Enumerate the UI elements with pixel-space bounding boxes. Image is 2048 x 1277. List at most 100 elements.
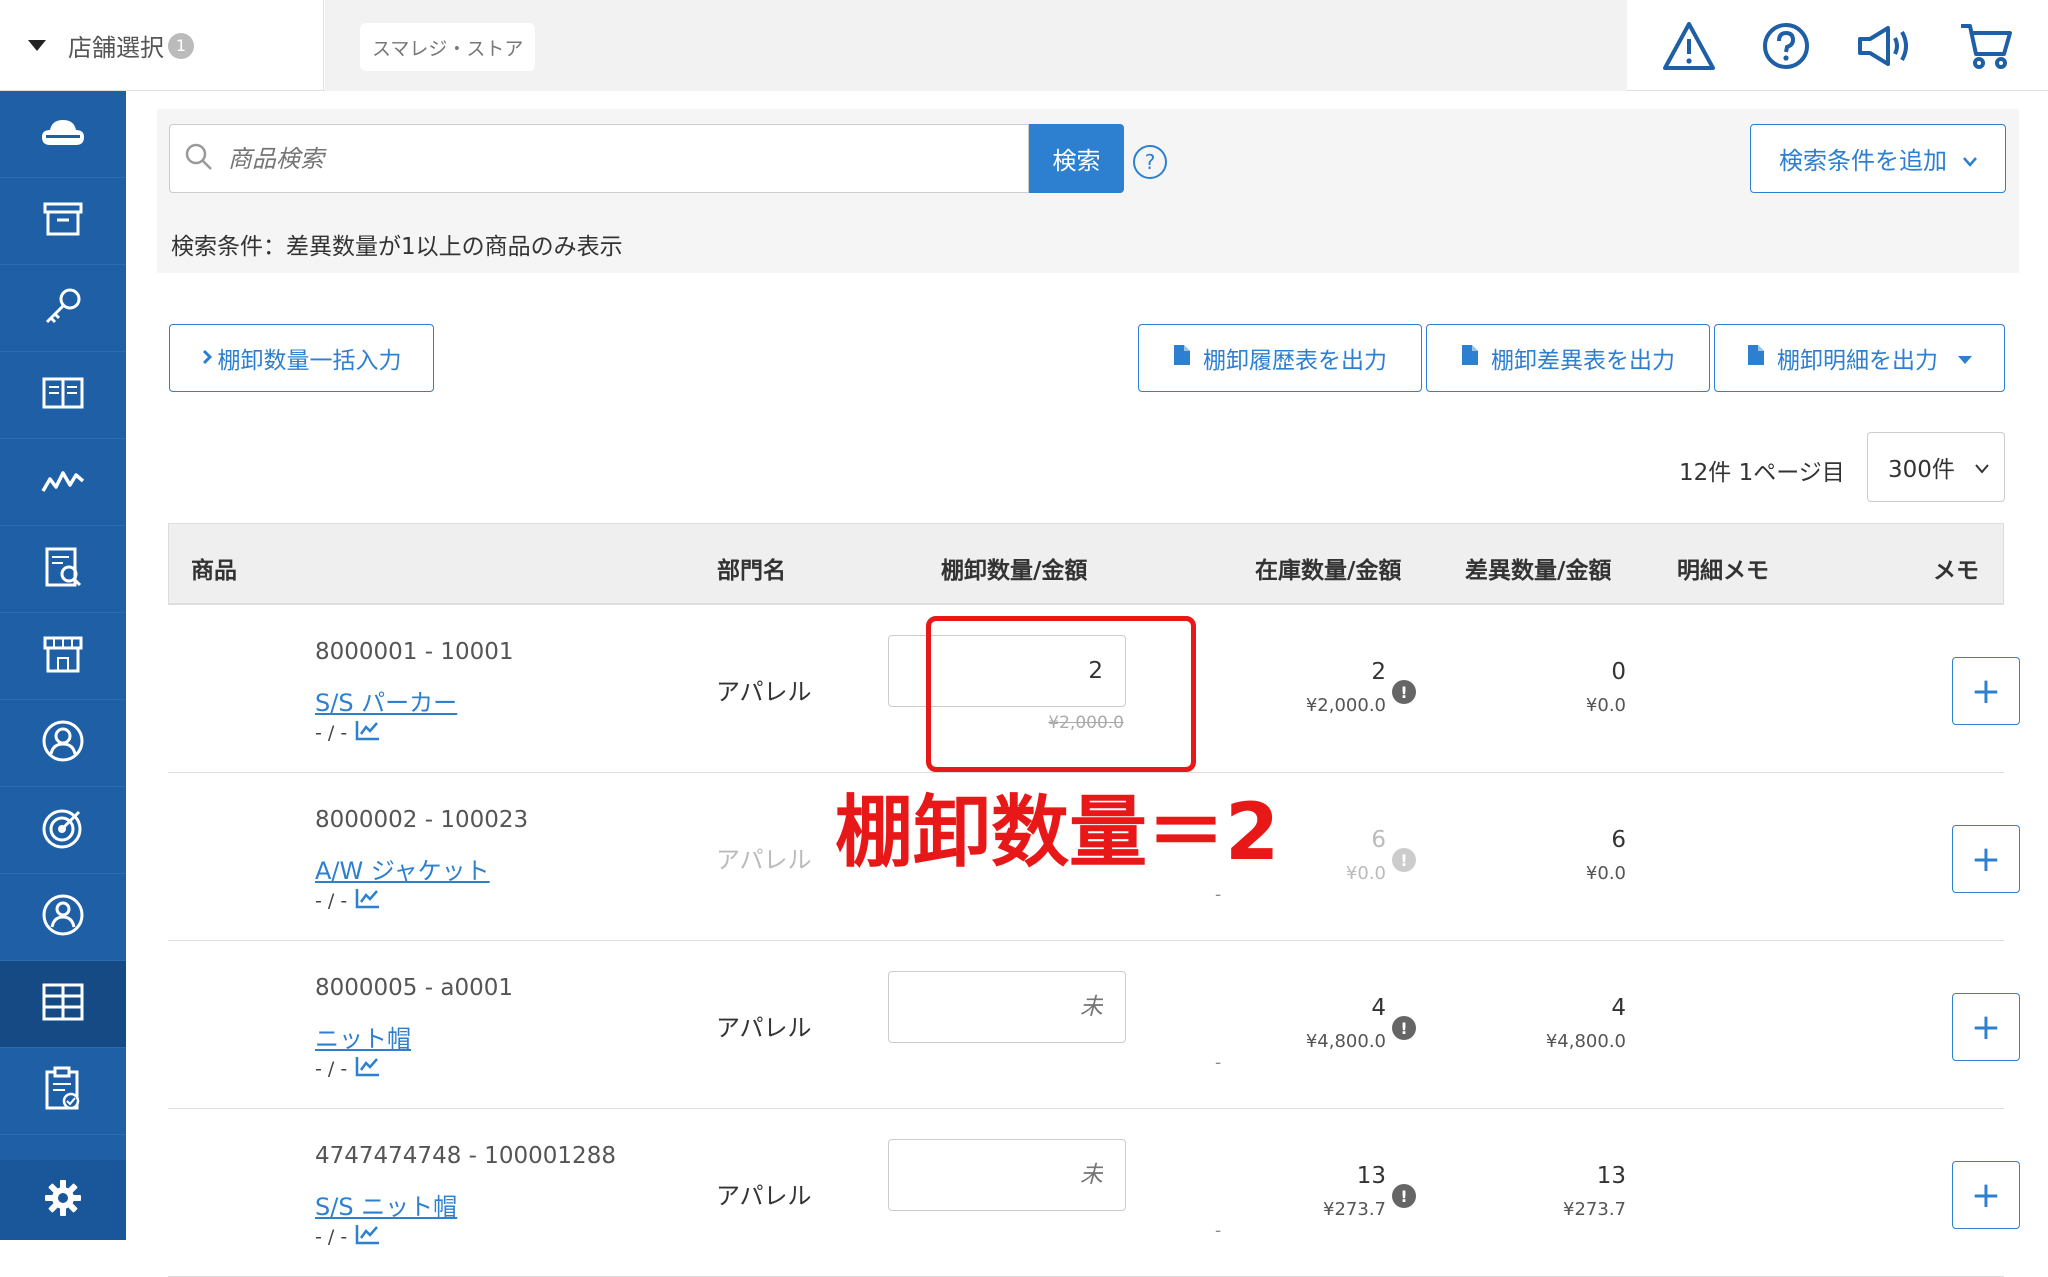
product-name-link[interactable]: ニット帽 bbox=[315, 1019, 411, 1054]
count-quantity-input[interactable] bbox=[888, 971, 1126, 1043]
product-code: 8000001 - 10001 bbox=[315, 639, 514, 665]
store-area: スマレジ・ストア bbox=[325, 0, 1627, 91]
add-memo-button[interactable]: + bbox=[1952, 825, 2020, 893]
add-condition-label: 検索条件を追加 bbox=[1779, 147, 1947, 175]
export-history-button[interactable]: 棚卸履歴表を出力 bbox=[1138, 324, 1422, 392]
product-name-link[interactable]: S/S ニット帽 bbox=[315, 1187, 457, 1222]
bulk-input-button[interactable]: 棚卸数量一括入力 bbox=[169, 324, 434, 392]
search-panel: 検索 ? 検索条件を追加 検索条件：差異数量が1以上の商品のみ表示 bbox=[157, 109, 2019, 273]
search-input[interactable] bbox=[228, 144, 1008, 173]
add-search-condition-button[interactable]: 検索条件を追加 bbox=[1750, 124, 2006, 193]
sidebar-item-analytics[interactable] bbox=[0, 439, 126, 526]
add-memo-button[interactable]: + bbox=[1952, 1161, 2020, 1229]
diff-amount: ¥0.0 bbox=[1585, 695, 1626, 716]
highlight-box bbox=[926, 616, 1196, 772]
diff-amount: ¥0.0 bbox=[1585, 863, 1626, 884]
sidebar-item-store[interactable] bbox=[0, 613, 126, 700]
trend-chart-icon[interactable] bbox=[355, 887, 381, 914]
per-page-value: 300件 bbox=[1888, 457, 1955, 483]
sidebar-settings[interactable] bbox=[0, 1160, 126, 1240]
top-bar: 店舗選択 1 スマレジ・ストア bbox=[0, 0, 2048, 91]
trend-chart-icon[interactable] bbox=[355, 1055, 381, 1082]
diff-amount: ¥4,800.0 bbox=[1545, 1031, 1626, 1052]
dept-name: アパレル bbox=[716, 846, 812, 874]
exclamation-icon[interactable]: ! bbox=[1392, 848, 1416, 872]
table-header: 商品 部門名 棚卸数量/金額 在庫数量/金額 差異数量/金額 明細メモ メモ bbox=[168, 523, 2004, 605]
sidebar bbox=[0, 91, 126, 1240]
table-row: 8000005 - a0001 ニット帽 - / - アパレル - 4 ¥4,8… bbox=[168, 941, 2020, 1109]
chevron-right-icon bbox=[202, 345, 212, 371]
gear-icon bbox=[43, 1178, 83, 1222]
caret-down-icon bbox=[28, 40, 46, 51]
store-chip[interactable]: スマレジ・ストア bbox=[360, 23, 536, 71]
pager-summary: 12件 1ページ目 bbox=[1679, 460, 1845, 486]
stock-quantity: 6 bbox=[1371, 827, 1386, 853]
caret-down-icon bbox=[1958, 345, 1972, 371]
inventory-icon bbox=[41, 982, 85, 1026]
export-diff-button[interactable]: 棚卸差異表を出力 bbox=[1426, 324, 1710, 392]
archive-icon bbox=[42, 200, 84, 242]
stock-quantity: 4 bbox=[1371, 995, 1386, 1021]
sidebar-item-customer[interactable] bbox=[0, 700, 126, 787]
diff-quantity: 4 bbox=[1611, 995, 1626, 1021]
sidebar-item-clipboard[interactable] bbox=[0, 1048, 126, 1135]
header-dept: 部門名 bbox=[717, 558, 786, 584]
header-memo: メモ bbox=[1933, 558, 1979, 584]
megaphone-icon[interactable] bbox=[1854, 23, 1914, 69]
diff-quantity: 6 bbox=[1611, 827, 1626, 853]
sidebar-item-report[interactable] bbox=[0, 526, 126, 613]
product-name-link[interactable]: A/W ジャケット bbox=[315, 851, 490, 886]
count-quantity-input[interactable] bbox=[888, 1139, 1126, 1211]
top-icon-group bbox=[1627, 0, 2048, 91]
search-button[interactable]: 検索 bbox=[1029, 124, 1124, 193]
store-icon bbox=[42, 634, 84, 678]
stock-quantity: 13 bbox=[1356, 1163, 1386, 1189]
product-code: 4747474748 - 100001288 bbox=[315, 1143, 616, 1169]
add-memo-button[interactable]: + bbox=[1952, 993, 2020, 1061]
warning-icon[interactable] bbox=[1661, 20, 1717, 72]
sidebar-item-cloud[interactable] bbox=[0, 91, 126, 178]
chevron-down-icon bbox=[1975, 454, 1989, 480]
add-memo-button[interactable]: + bbox=[1952, 657, 2020, 725]
product-code: 8000002 - 100023 bbox=[315, 807, 529, 833]
trend-chart-icon[interactable] bbox=[355, 1223, 381, 1250]
file-icon bbox=[1747, 344, 1765, 372]
store-count-badge: 1 bbox=[168, 32, 194, 59]
annotation-text: 棚卸数量＝2 bbox=[833, 783, 1293, 883]
cart-icon[interactable] bbox=[1958, 21, 2014, 71]
sidebar-item-inventory[interactable] bbox=[0, 961, 126, 1048]
product-code: 8000005 - a0001 bbox=[315, 975, 513, 1001]
product-name-link[interactable]: S/S パーカー bbox=[315, 683, 457, 718]
stock-amount: ¥0.0 bbox=[1345, 863, 1386, 884]
sidebar-item-book[interactable] bbox=[0, 352, 126, 439]
product-subline: - / - bbox=[315, 1223, 381, 1250]
sidebar-item-archive[interactable] bbox=[0, 178, 126, 265]
header-diff: 差異数量/金額 bbox=[1465, 558, 1612, 584]
sidebar-item-staff[interactable] bbox=[0, 874, 126, 961]
trend-chart-icon[interactable] bbox=[355, 719, 381, 746]
exclamation-icon[interactable]: ! bbox=[1392, 1016, 1416, 1040]
export-history-label: 棚卸履歴表を出力 bbox=[1203, 348, 1387, 374]
search-box[interactable] bbox=[169, 124, 1029, 193]
clipboard-icon bbox=[43, 1066, 83, 1116]
store-select-dropdown[interactable]: 店舗選択 1 bbox=[0, 0, 324, 91]
search-condition-text: 検索条件：差異数量が1以上の商品のみ表示 bbox=[171, 234, 623, 260]
table-row: 4747474748 - 100001288 S/S ニット帽 - / - アパ… bbox=[168, 1109, 2020, 1277]
product-subline: - / - bbox=[315, 887, 381, 914]
stock-quantity: 2 bbox=[1371, 659, 1386, 685]
user-circle-icon bbox=[41, 719, 85, 767]
dept-name: アパレル bbox=[716, 1014, 812, 1042]
count-amount: - bbox=[1215, 1221, 1222, 1241]
per-page-select[interactable]: 300件 bbox=[1867, 432, 2005, 502]
sidebar-item-target[interactable] bbox=[0, 787, 126, 874]
export-detail-button[interactable]: 棚卸明細を出力 bbox=[1714, 324, 2005, 392]
store-select-label: 店舗選択 bbox=[68, 34, 164, 62]
sidebar-item-key[interactable] bbox=[0, 265, 126, 352]
exclamation-icon[interactable]: ! bbox=[1392, 680, 1416, 704]
help-icon[interactable] bbox=[1761, 21, 1811, 71]
dept-name: アパレル bbox=[716, 1182, 812, 1210]
chart-line-icon bbox=[40, 465, 86, 499]
search-help-icon[interactable]: ? bbox=[1133, 145, 1167, 179]
target-icon bbox=[41, 806, 85, 854]
exclamation-icon[interactable]: ! bbox=[1392, 1184, 1416, 1208]
